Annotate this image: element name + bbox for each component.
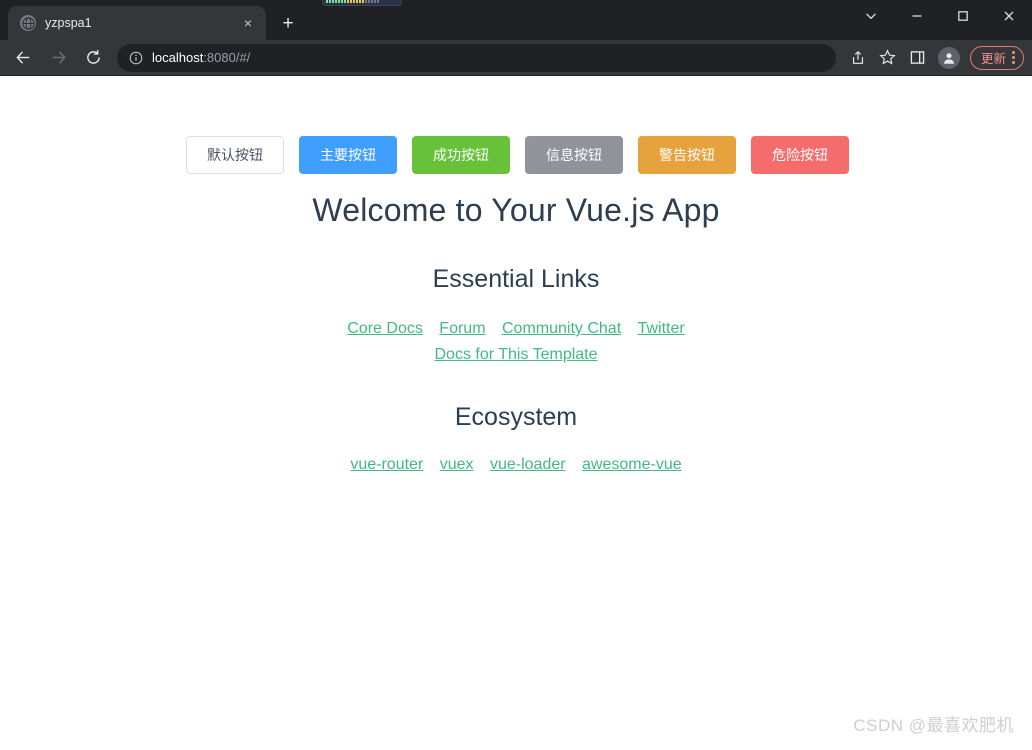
tab-title: yzpspa1 (45, 16, 92, 30)
side-panel-icon[interactable] (904, 44, 932, 72)
list-item: Community Chat (502, 320, 621, 337)
url-text: localhost:8080/#/ (152, 50, 250, 65)
link-community-chat[interactable]: Community Chat (502, 320, 621, 337)
list-item: Forum (439, 320, 485, 337)
tab-search-icon[interactable] (848, 0, 894, 32)
browser-toolbar: localhost:8080/#/ 更新 (0, 40, 1032, 76)
profile-avatar-icon[interactable] (937, 46, 960, 69)
essential-links-list: Core Docs Forum Community Chat Twitter D… (326, 316, 706, 367)
list-item: vue-loader (490, 456, 566, 473)
link-awesome-vue[interactable]: awesome-vue (582, 456, 682, 473)
list-item: vuex (440, 456, 474, 473)
kebab-menu-icon[interactable] (1012, 51, 1015, 64)
info-button[interactable]: 信息按钮 (525, 136, 623, 174)
link-twitter[interactable]: Twitter (638, 320, 685, 337)
site-info-icon[interactable] (129, 51, 143, 65)
top-edge-widget-artifact (322, 0, 402, 6)
link-vue-loader[interactable]: vue-loader (490, 456, 566, 473)
reload-icon[interactable] (78, 43, 108, 73)
list-item: vue-router (350, 456, 423, 473)
update-button[interactable]: 更新 (969, 45, 1024, 70)
back-icon[interactable] (8, 43, 38, 73)
page-title: Welcome to Your Vue.js App (312, 192, 720, 228)
csdn-watermark: CSDN @最喜欢肥机 (853, 716, 1014, 735)
list-item: awesome-vue (582, 456, 682, 473)
minimize-icon[interactable] (894, 0, 940, 32)
browser-tab[interactable]: yzpspa1 × (8, 6, 266, 40)
primary-button[interactable]: 主要按钮 (299, 136, 397, 174)
ecosystem-heading: Ecosystem (454, 403, 578, 432)
danger-button[interactable]: 危险按钮 (751, 136, 849, 174)
globe-icon (20, 15, 36, 31)
link-docs-for-this-template[interactable]: Docs for This Template (434, 346, 597, 363)
window-controls (848, 0, 1032, 32)
close-window-icon[interactable] (986, 0, 1032, 32)
success-button[interactable]: 成功按钮 (412, 136, 510, 174)
list-item: Docs for This Template (434, 346, 597, 363)
close-tab-icon[interactable]: × (238, 13, 258, 33)
link-vue-router[interactable]: vue-router (350, 456, 423, 473)
url-host: localhost (152, 50, 204, 65)
warning-button[interactable]: 警告按钮 (638, 136, 736, 174)
address-bar[interactable]: localhost:8080/#/ (117, 43, 836, 72)
list-item: Twitter (638, 320, 685, 337)
url-path: :8080/#/ (203, 50, 251, 65)
essential-links-heading: Essential Links (432, 265, 600, 293)
share-icon[interactable] (844, 44, 872, 72)
browser-window: yzpspa1 × + localhost:8080/#/ 更新 默认按钮 主要… (0, 0, 1032, 750)
link-core-docs[interactable]: Core Docs (347, 320, 423, 337)
link-forum[interactable]: Forum (439, 320, 485, 337)
hello-world-section: Welcome to Your Vue.js App Essential Lin… (0, 192, 1032, 478)
maximize-icon[interactable] (940, 0, 986, 32)
page-viewport: 默认按钮 主要按钮 成功按钮 信息按钮 警告按钮 危险按钮 Welcome to… (0, 76, 1032, 750)
vue-app-root: 默认按钮 主要按钮 成功按钮 信息按钮 警告按钮 危险按钮 Welcome to… (0, 76, 1032, 478)
update-label: 更新 (980, 52, 1006, 66)
new-tab-button[interactable]: + (274, 9, 302, 37)
toolbar-actions: 更新 (844, 44, 1024, 72)
tab-strip: yzpspa1 × + (0, 0, 1032, 40)
default-button[interactable]: 默认按钮 (186, 136, 284, 174)
button-row: 默认按钮 主要按钮 成功按钮 信息按钮 警告按钮 危险按钮 (0, 136, 1032, 174)
list-item: Core Docs (347, 320, 423, 337)
link-vuex[interactable]: vuex (440, 456, 474, 473)
star-icon[interactable] (874, 44, 902, 72)
forward-icon[interactable] (43, 43, 73, 73)
ecosystem-links-list: vue-router vuex vue-loader awesome-vue (306, 452, 726, 478)
